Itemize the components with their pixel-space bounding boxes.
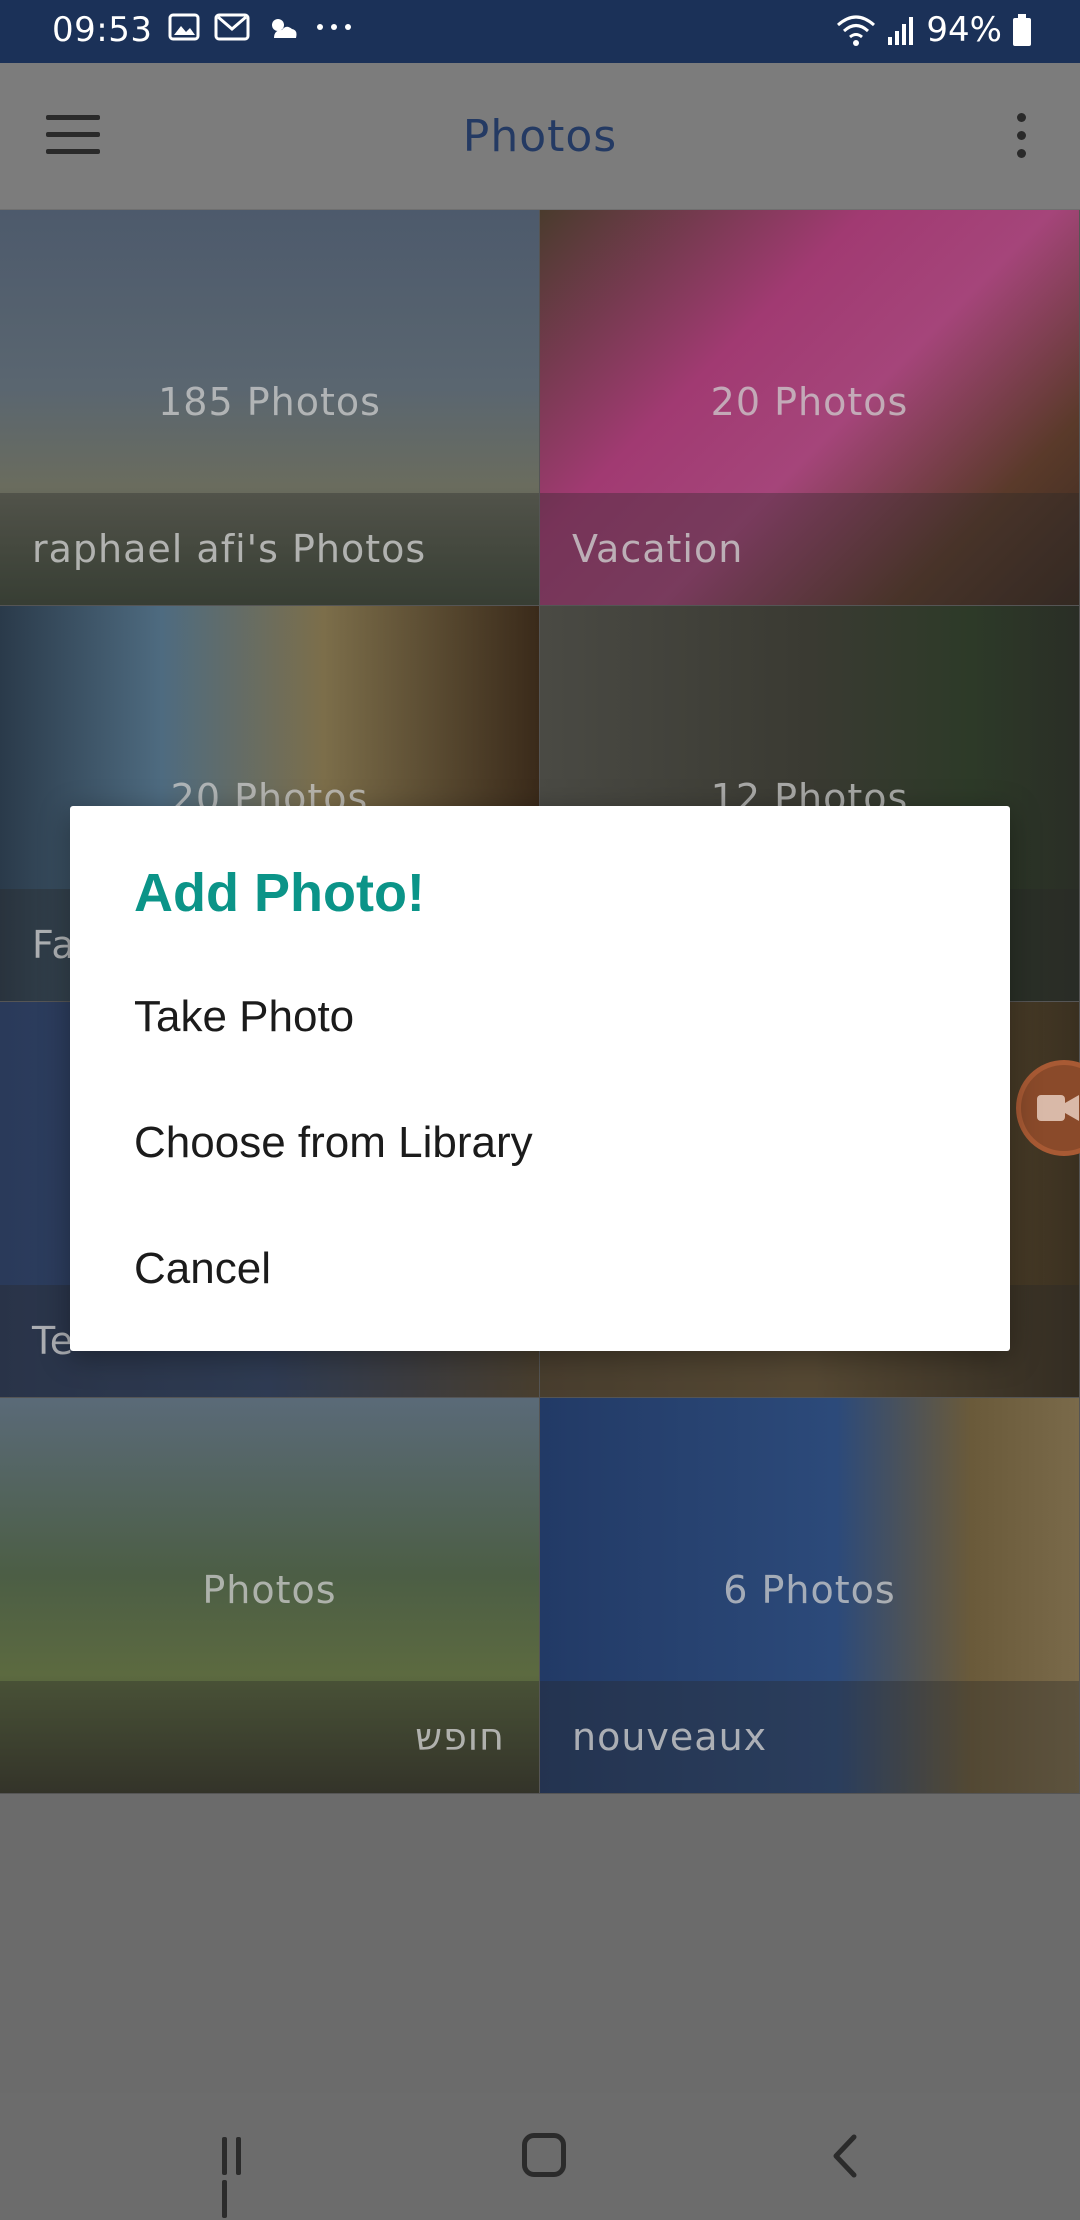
- battery-percentage: 94%: [926, 10, 1002, 50]
- recent-apps-icon[interactable]: [222, 2137, 262, 2218]
- add-photo-dialog: Add Photo! Take Photo Choose from Librar…: [70, 806, 1010, 1351]
- home-icon[interactable]: [522, 2133, 566, 2177]
- dialog-title: Add Photo!: [134, 863, 425, 923]
- status-bar: 09:53 94%: [0, 0, 1080, 63]
- choose-from-library-option[interactable]: Choose from Library: [134, 1118, 533, 1168]
- navigation-bar: [0, 2093, 1080, 2220]
- signal-icon: [888, 17, 914, 45]
- back-icon[interactable]: [830, 2133, 860, 2179]
- wifi-icon: [837, 15, 876, 46]
- take-photo-option[interactable]: Take Photo: [134, 992, 354, 1042]
- battery-icon: [1013, 14, 1031, 46]
- more-dots-icon: [317, 24, 351, 30]
- gmail-icon: [214, 13, 250, 41]
- status-notification-icons: [168, 12, 354, 42]
- weather-icon: [272, 19, 297, 38]
- status-right-icons: 94%: [836, 10, 1032, 50]
- cancel-option[interactable]: Cancel: [134, 1244, 271, 1294]
- image-icon: [168, 13, 200, 41]
- status-time: 09:53: [52, 10, 153, 50]
